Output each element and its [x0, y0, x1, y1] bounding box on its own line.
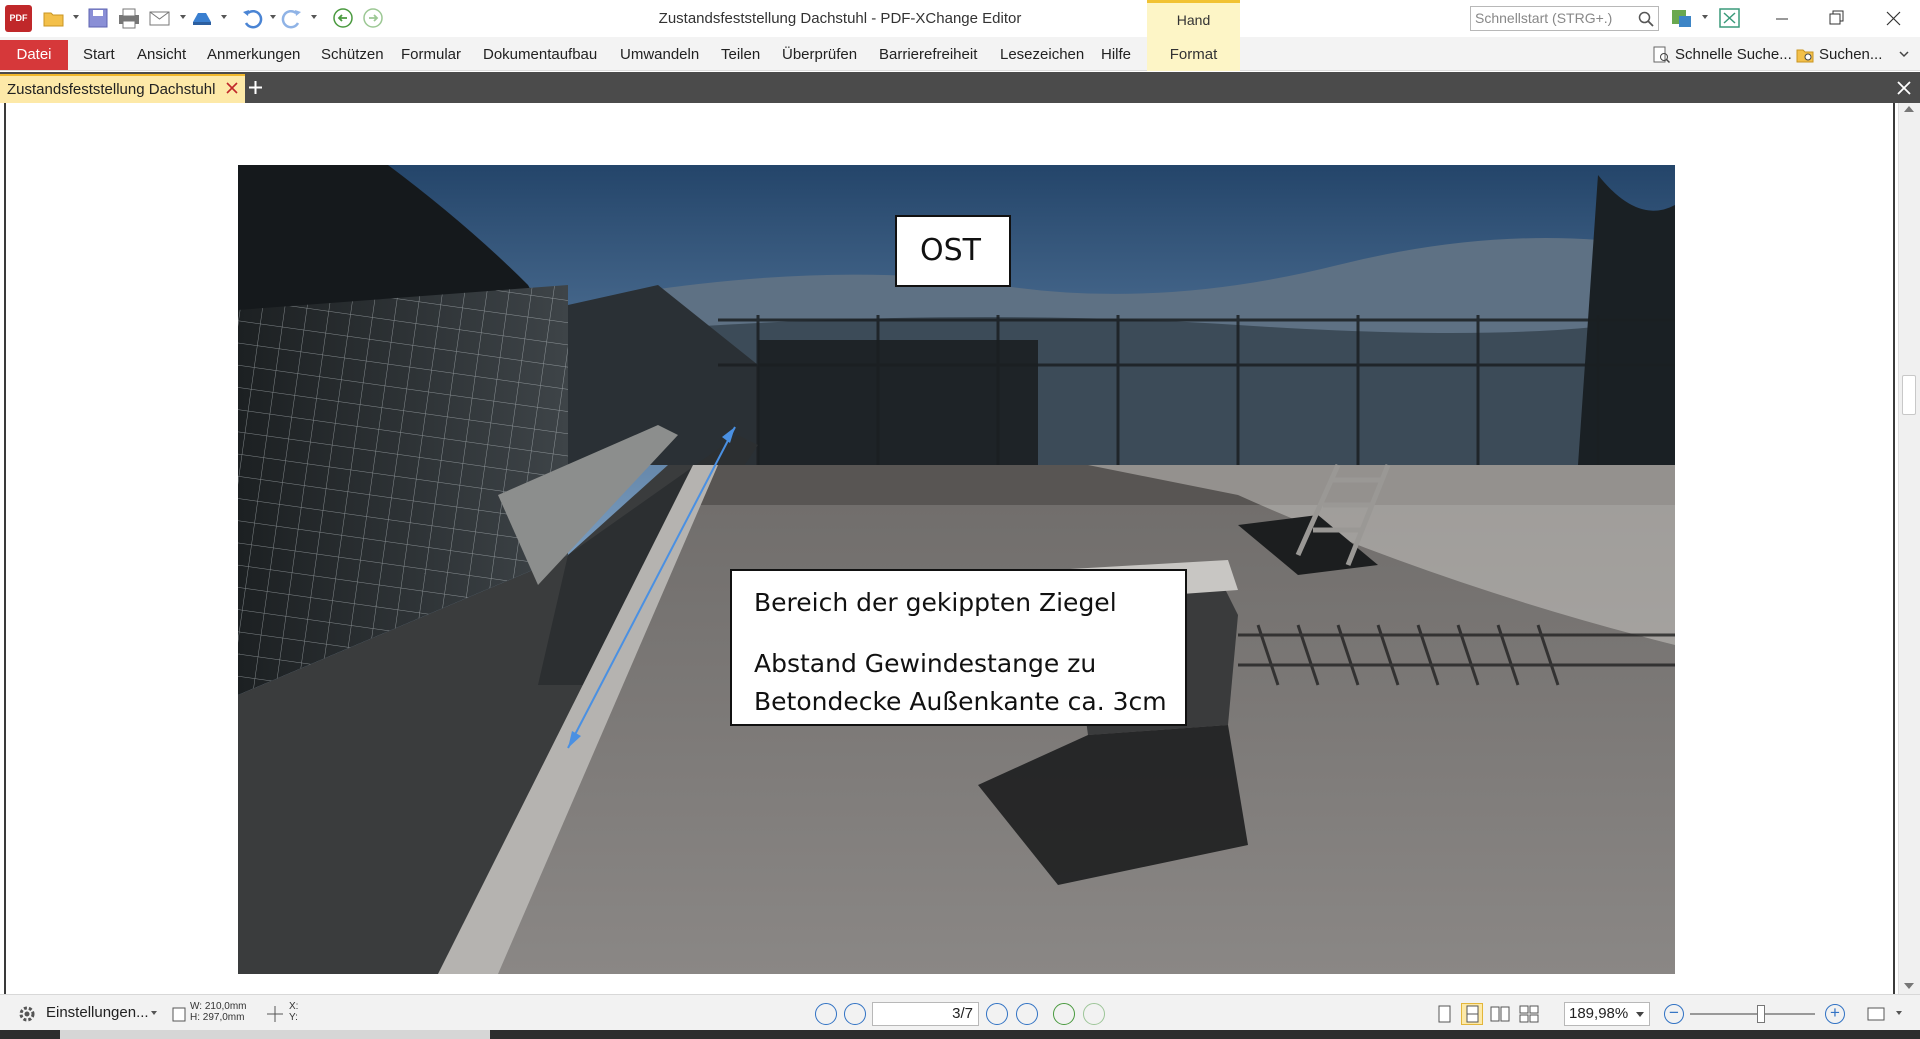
minimize-button[interactable] — [1755, 0, 1809, 37]
quick-find-button[interactable]: Schnelle Suche... — [1652, 40, 1792, 70]
continuous-view-icon[interactable] — [1461, 1003, 1483, 1025]
contextual-tab-group-hand: Hand — [1147, 0, 1240, 37]
scroll-thumb[interactable] — [1902, 375, 1916, 415]
menu-ueberpruefen[interactable]: Überprüfen — [782, 40, 857, 70]
document-tab-bar: Zustandsfeststellung Dachstuhl — [0, 72, 1920, 103]
zoom-value: 189,98% — [1569, 1005, 1629, 1022]
email-dropdown-icon[interactable] — [180, 15, 186, 19]
undo-dropdown-icon[interactable] — [270, 15, 276, 19]
fit-width-icon[interactable] — [1866, 1004, 1886, 1024]
open-dropdown-icon[interactable] — [73, 15, 79, 19]
menu-anmerkungen[interactable]: Anmerkungen — [207, 40, 300, 70]
email-icon[interactable] — [148, 7, 172, 29]
document-search-icon — [1653, 46, 1670, 64]
settings-button[interactable]: Einstellungen... — [46, 995, 149, 1031]
open-folder-icon[interactable] — [42, 7, 66, 29]
save-icon[interactable] — [86, 7, 110, 29]
menu-bar: Datei Start Ansicht Anmerkungen Schützen… — [0, 37, 1920, 71]
redo-dropdown-icon[interactable] — [311, 15, 317, 19]
next-page-button[interactable] — [986, 1003, 1008, 1025]
print-icon[interactable] — [117, 7, 141, 29]
menu-hilfe[interactable]: Hilfe — [1101, 40, 1131, 70]
close-document-icon[interactable] — [1896, 80, 1912, 96]
back-icon[interactable] — [331, 7, 355, 29]
next-view-button[interactable] — [1083, 1003, 1105, 1025]
new-tab-icon[interactable] — [247, 79, 264, 96]
gear-icon[interactable] — [17, 1004, 37, 1024]
continuous-facing-view-icon[interactable] — [1519, 1004, 1539, 1024]
first-page-button[interactable] — [815, 1003, 837, 1025]
menu-formular[interactable]: Formular — [401, 40, 461, 70]
zoom-level-select[interactable]: 189,98% — [1564, 1002, 1650, 1026]
taskbar-active-item — [60, 1030, 490, 1039]
app-logo-icon[interactable]: PDF — [5, 5, 32, 32]
ribbon-collapse-icon[interactable] — [1898, 49, 1910, 59]
document-view[interactable]: OST Bereich der gekippten Ziegel Abstand… — [0, 103, 1920, 994]
undo-icon[interactable] — [240, 7, 264, 29]
window-title: Zustandsfeststellung Dachstuhl - PDF-XCh… — [658, 10, 1022, 27]
zoom-slider[interactable] — [1690, 1013, 1815, 1015]
zoom-in-button[interactable]: + — [1825, 1004, 1845, 1024]
status-bar: Einstellungen... W: 210,0mm H: 297,0mm X… — [0, 994, 1920, 1030]
rooftop-photo: OST Bereich der gekippten Ziegel Abstand… — [238, 165, 1675, 974]
restore-button[interactable] — [1809, 0, 1863, 37]
crosshair-icon — [267, 1006, 283, 1022]
quick-find-label: Schnelle Suche... — [1675, 46, 1792, 63]
menu-schuetzen[interactable]: Schützen — [321, 40, 384, 70]
fit-dropdown-icon[interactable] — [1896, 1011, 1902, 1015]
menu-teilen[interactable]: Teilen — [721, 40, 760, 70]
page-number-input[interactable]: 3/7 — [872, 1002, 979, 1026]
facing-view-icon[interactable] — [1490, 1004, 1510, 1024]
page-width: W: 210,0mm — [190, 1001, 247, 1012]
zoom-slider-thumb[interactable] — [1757, 1005, 1765, 1023]
settings-dropdown-icon[interactable] — [151, 1011, 157, 1015]
annotation-line-1: Bereich der gekippten Ziegel — [754, 588, 1117, 617]
find-button[interactable]: Suchen... — [1796, 40, 1882, 70]
cursor-y: Y: — [289, 1012, 298, 1023]
annotation-info-box[interactable]: Bereich der gekippten Ziegel Abstand Gew… — [730, 569, 1187, 726]
scan-icon[interactable] — [190, 7, 214, 29]
scroll-down-arrow-icon[interactable] — [1904, 983, 1914, 989]
zoom-out-button[interactable]: − — [1664, 1004, 1684, 1024]
folder-search-icon — [1796, 49, 1814, 63]
vertical-scrollbar[interactable] — [1898, 103, 1920, 994]
quickstart-search-input[interactable]: Schnellstart (STRG+.) — [1470, 6, 1659, 31]
previous-view-button[interactable] — [1053, 1003, 1075, 1025]
scan-dropdown-icon[interactable] — [221, 15, 227, 19]
last-page-button[interactable] — [1016, 1003, 1038, 1025]
ui-options-icon[interactable] — [1670, 7, 1694, 29]
fullscreen-icon[interactable] — [1718, 7, 1742, 29]
scroll-up-arrow-icon[interactable] — [1904, 106, 1914, 112]
annotation-ost[interactable]: OST — [895, 215, 1011, 287]
quickstart-placeholder: Schnellstart (STRG+.) — [1475, 10, 1613, 26]
menu-start[interactable]: Start — [83, 40, 115, 70]
pdf-page: OST Bereich der gekippten Ziegel Abstand… — [4, 103, 1895, 994]
page-size-icon — [172, 1007, 186, 1022]
search-icon[interactable] — [1638, 11, 1654, 27]
ui-options-dropdown-icon[interactable] — [1702, 15, 1708, 19]
forward-icon[interactable] — [361, 7, 385, 29]
menu-umwandeln[interactable]: Umwandeln — [620, 40, 699, 70]
menu-lesezeichen[interactable]: Lesezeichen — [1000, 40, 1084, 70]
menu-format[interactable]: Format — [1147, 37, 1240, 71]
redo-icon[interactable] — [280, 7, 304, 29]
find-label: Suchen... — [1819, 46, 1883, 63]
page-height: H: 297,0mm — [190, 1012, 245, 1023]
document-tab-label: Zustandsfeststellung Dachstuhl — [7, 81, 216, 98]
single-page-view-icon[interactable] — [1434, 1004, 1454, 1024]
page-total: /7 — [960, 1005, 973, 1022]
annotation-line-3: Betondecke Außenkante ca. 3cm — [754, 687, 1167, 716]
close-tab-icon[interactable] — [225, 81, 239, 95]
title-bar: PDF Zustandsfeststellung Dachstuhl - PDF… — [0, 0, 1920, 37]
zoom-dropdown-icon[interactable] — [1636, 1012, 1644, 1017]
annotation-line-2: Abstand Gewindestange zu — [754, 649, 1097, 678]
close-window-button[interactable] — [1866, 0, 1920, 37]
menu-file[interactable]: Datei — [0, 40, 68, 70]
menu-ansicht[interactable]: Ansicht — [137, 40, 186, 70]
menu-barrierefreiheit[interactable]: Barrierefreiheit — [879, 40, 977, 70]
menu-dokumentaufbau[interactable]: Dokumentaufbau — [483, 40, 597, 70]
previous-page-button[interactable] — [844, 1003, 866, 1025]
cursor-x: X: — [289, 1001, 299, 1012]
document-tab[interactable]: Zustandsfeststellung Dachstuhl — [0, 74, 245, 103]
